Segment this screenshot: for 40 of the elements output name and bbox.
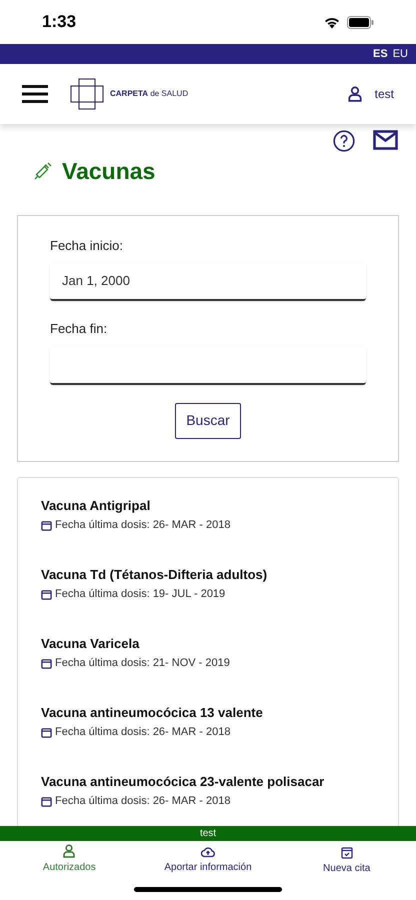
nav-tab[interactable]: Aportar información [138,841,278,900]
last-dose-date: Fecha última dosis: 26- MAR - 2018 [55,518,230,533]
language-link[interactable]: ES [373,46,388,62]
person-icon [62,844,76,858]
wifi-icon [323,16,341,28]
vaccine-name: Vacuna antineumocócica 23-valente polisacar [41,772,326,791]
logo-icon [70,78,104,110]
calendar-icon [41,520,52,531]
field-label: Fecha fin: [50,320,108,338]
calendar-icon [41,658,52,669]
syringe-icon [34,162,52,180]
nav-tab[interactable]: Nueva cita [277,841,416,900]
user-icon[interactable] [346,86,363,102]
vaccine-name: Vacuna Td (Tétanos-Difteria adultos) [41,566,268,584]
calendar-icon [41,726,52,738]
cloud-upload-icon [201,846,215,858]
date-field[interactable]: Jan 1, 2000 [50,263,366,301]
menu-icon[interactable] [22,85,48,103]
last-dose-date: Fecha última dosis: 26- MAR - 2018 [55,794,230,809]
user-name[interactable]: test [374,85,394,103]
last-dose-date: Fecha última dosis: 19- JUL - 2019 [55,587,226,602]
page-title: Vacunas [62,157,156,186]
calendar-icon [41,796,52,807]
nav-tab[interactable]: Autorizados [0,841,139,900]
calendar-check-icon [340,846,353,859]
calendar-icon [41,588,52,600]
last-dose-date: Fecha última dosis: 26- MAR - 2018 [55,725,230,740]
battery-icon [347,16,374,28]
vaccine-name: Vacuna Antigripal [41,496,152,515]
vaccine-name: Vacuna Varicela [41,634,140,652]
language-link[interactable]: EU [392,46,408,62]
field-label: Fecha inicio: [50,236,124,254]
search-button[interactable]: Buscar [175,402,241,438]
status-time: 1:33 [42,11,76,34]
logo-text: CARPETA de SALUD [110,88,188,100]
last-dose-date: Fecha última dosis: 21- NOV - 2019 [55,656,230,671]
help-icon[interactable] [333,130,355,152]
mail-icon[interactable] [373,130,398,150]
user-banner: test [0,826,416,841]
vaccine-name: Vacuna antineumocócica 13 valente [41,704,264,722]
